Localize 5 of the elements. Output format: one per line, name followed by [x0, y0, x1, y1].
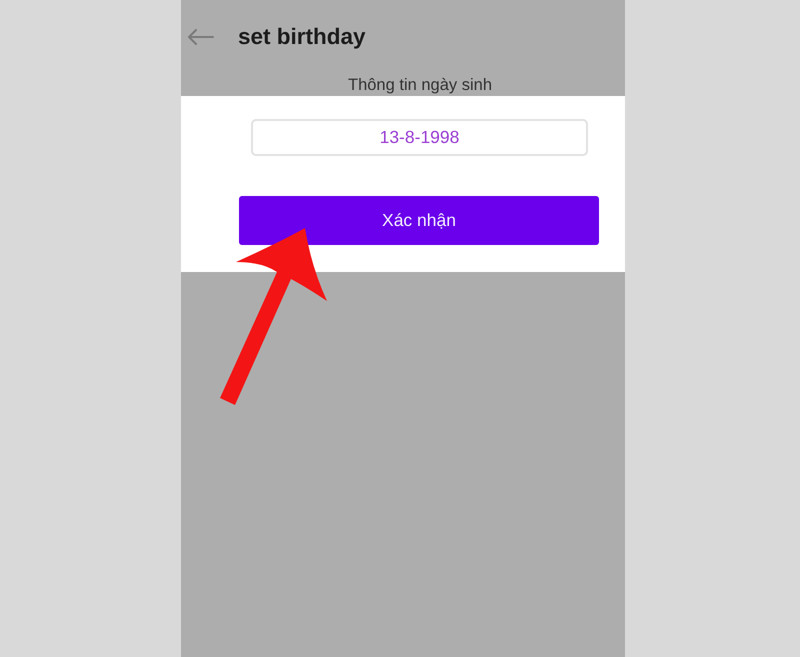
- confirm-button[interactable]: Xác nhận: [239, 196, 599, 245]
- screen-title: set birthday: [238, 24, 366, 50]
- back-arrow-icon[interactable]: [187, 29, 214, 45]
- birthday-input-field[interactable]: 13-8-1998: [251, 119, 588, 156]
- section-label: Thông tin ngày sinh: [346, 75, 493, 96]
